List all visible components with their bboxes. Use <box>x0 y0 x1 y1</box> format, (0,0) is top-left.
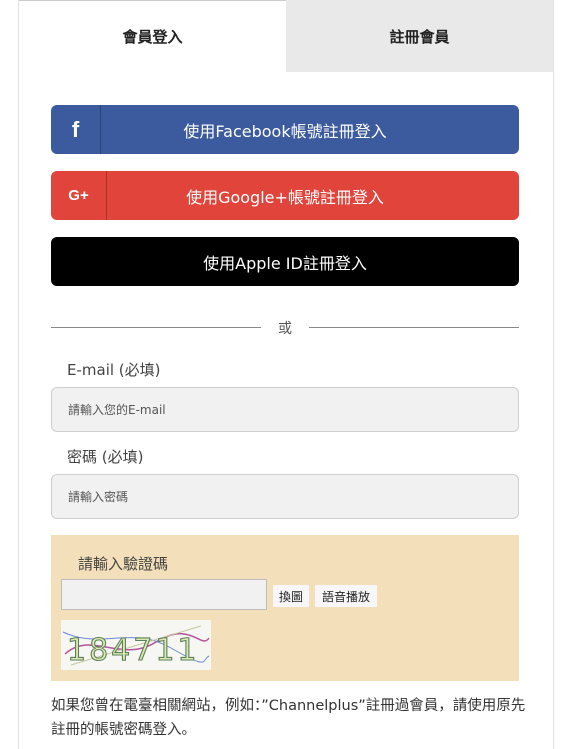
apple-login-button[interactable]: 使用Apple ID註冊登入 <box>51 237 519 286</box>
password-label: 密碼 (必填) <box>67 448 144 466</box>
captcha-code-text: 184711 <box>67 633 200 668</box>
legacy-account-note: 如果您曾在電臺相關網站，例如：”Channelplus”註冊過會員，請使用原先註… <box>51 698 526 738</box>
apple-login-label: 使用Apple ID註冊登入 <box>203 253 367 273</box>
or-text: 或 <box>278 321 292 337</box>
google-login-label: 使用Google+帳號註冊登入 <box>186 187 384 207</box>
captcha-refresh-button[interactable]: 換圖 <box>273 585 309 607</box>
google-login-button[interactable]: G+ 使用Google+帳號註冊登入 <box>51 171 519 220</box>
tab-bar: 會員登入 註冊會員 <box>19 0 553 72</box>
facebook-icon: f <box>51 105 101 154</box>
facebook-login-button[interactable]: f 使用Facebook帳號註冊登入 <box>51 105 519 154</box>
password-field[interactable]: 請輸入密碼 <box>51 474 519 519</box>
captcha-title: 請輸入驗證碼 <box>78 555 169 573</box>
captcha-audio-button[interactable]: 語音播放 <box>315 585 377 607</box>
captcha-image-graphic: 184711 <box>61 620 211 670</box>
email-label: E-mail (必填) <box>67 361 161 379</box>
or-divider: 或 <box>51 318 519 337</box>
tab-login[interactable]: 會員登入 <box>19 0 286 72</box>
captcha-input[interactable] <box>61 579 267 610</box>
divider-line-left <box>51 327 261 328</box>
email-field[interactable]: 請輸入您的E-mail <box>51 387 519 432</box>
tab-register[interactable]: 註冊會員 <box>286 0 553 72</box>
captcha-section: 請輸入驗證碼 換圖 語音播放 184711 <box>51 535 519 681</box>
captcha-image: 184711 <box>61 620 211 670</box>
google-plus-icon: G+ <box>51 171 107 220</box>
divider-line-right <box>309 327 519 328</box>
password-placeholder: 請輸入密碼 <box>68 490 129 504</box>
email-placeholder: 請輸入您的E-mail <box>68 403 166 417</box>
facebook-login-label: 使用Facebook帳號註冊登入 <box>183 121 387 141</box>
